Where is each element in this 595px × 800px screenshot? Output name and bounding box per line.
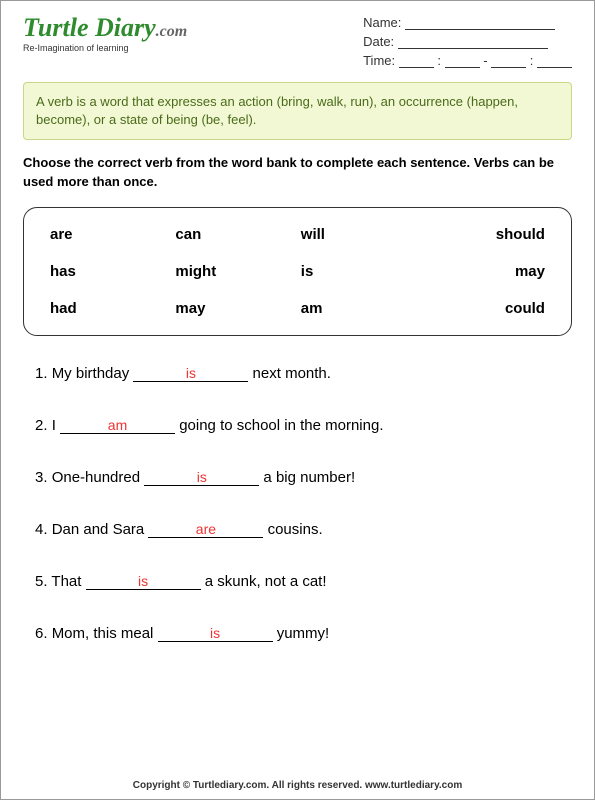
sentence-2: 2. I am going to school in the morning.	[35, 416, 572, 434]
num: 6.	[35, 625, 48, 642]
answer: is	[197, 469, 207, 485]
post: a big number!	[259, 469, 355, 486]
pre: Dan and Sara	[52, 521, 149, 538]
wb-word: may	[175, 300, 294, 317]
wb-word: might	[175, 263, 294, 280]
time-h1[interactable]	[399, 54, 434, 68]
pre: My birthday	[52, 365, 134, 382]
footer-copyright: Copyright © Turtlediary.com. All rights …	[1, 780, 594, 791]
blank-input[interactable]: is	[86, 572, 201, 590]
blank-input[interactable]: is	[133, 364, 248, 382]
time-label: Time:	[363, 53, 395, 68]
header: Turtle Diary.com Re-Imagination of learn…	[23, 15, 572, 72]
wb-word: may	[426, 263, 545, 280]
logo-main: T	[23, 13, 38, 42]
name-input[interactable]	[405, 16, 555, 30]
pre: Mom, this meal	[52, 625, 158, 642]
answer: is	[186, 365, 196, 381]
time-m2[interactable]	[537, 54, 572, 68]
sentence-6: 6. Mom, this meal is yummy!	[35, 624, 572, 642]
wb-word: are	[50, 226, 169, 243]
logo-ext: .com	[156, 23, 188, 40]
wb-word: had	[50, 300, 169, 317]
num: 2.	[35, 417, 48, 434]
num: 3.	[35, 469, 48, 486]
answer: am	[108, 417, 127, 433]
wb-word: am	[301, 300, 420, 317]
sentence-1: 1. My birthday is next month.	[35, 364, 572, 382]
sentence-4: 4. Dan and Sara are cousins.	[35, 520, 572, 538]
sentences: 1. My birthday is next month. 2. I am go…	[23, 364, 572, 642]
answer: are	[196, 521, 216, 537]
pre: One-hundred	[52, 469, 145, 486]
meta-fields: Name: Date: Time: : - :	[363, 15, 572, 72]
answer: is	[210, 625, 220, 641]
definition-box: A verb is a word that expresses an actio…	[23, 82, 572, 140]
answer: is	[138, 573, 148, 589]
post: next month.	[248, 365, 331, 382]
tagline: Re-Imagination of learning	[23, 43, 187, 53]
wb-word: can	[175, 226, 294, 243]
date-row: Date:	[363, 34, 572, 49]
instruction-text: Choose the correct verb from the word ba…	[23, 154, 572, 190]
wb-word: has	[50, 263, 169, 280]
wb-word: is	[301, 263, 420, 280]
name-row: Name:	[363, 15, 572, 30]
logo-rest: urtle Diary	[38, 13, 156, 42]
sentence-3: 3. One-hundred is a big number!	[35, 468, 572, 486]
name-label: Name:	[363, 15, 401, 30]
wb-word: should	[426, 226, 545, 243]
blank-input[interactable]: is	[158, 624, 273, 642]
time-row: Time: : - :	[363, 53, 572, 68]
date-label: Date:	[363, 34, 394, 49]
logo-area: Turtle Diary.com Re-Imagination of learn…	[23, 15, 187, 53]
wb-row-0: are can will should	[50, 226, 545, 243]
num: 4.	[35, 521, 48, 538]
wb-word: could	[426, 300, 545, 317]
word-bank: are can will should has might is may had…	[23, 207, 572, 336]
pre: I	[52, 417, 60, 434]
num: 5.	[35, 573, 48, 590]
post: going to school in the morning.	[175, 417, 383, 434]
post: a skunk, not a cat!	[201, 573, 327, 590]
blank-input[interactable]: is	[144, 468, 259, 486]
post: yummy!	[273, 625, 330, 642]
time-m1[interactable]	[445, 54, 480, 68]
post: cousins.	[263, 521, 322, 538]
num: 1.	[35, 365, 48, 382]
logo: Turtle Diary.com	[23, 15, 187, 41]
wb-row-2: had may am could	[50, 300, 545, 317]
worksheet-page: Turtle Diary.com Re-Imagination of learn…	[0, 0, 595, 800]
blank-input[interactable]: am	[60, 416, 175, 434]
time-h2[interactable]	[491, 54, 526, 68]
date-input[interactable]	[398, 35, 548, 49]
blank-input[interactable]: are	[148, 520, 263, 538]
wb-row-1: has might is may	[50, 263, 545, 280]
sentence-5: 5. That is a skunk, not a cat!	[35, 572, 572, 590]
wb-word: will	[301, 226, 420, 243]
pre: That	[51, 573, 85, 590]
